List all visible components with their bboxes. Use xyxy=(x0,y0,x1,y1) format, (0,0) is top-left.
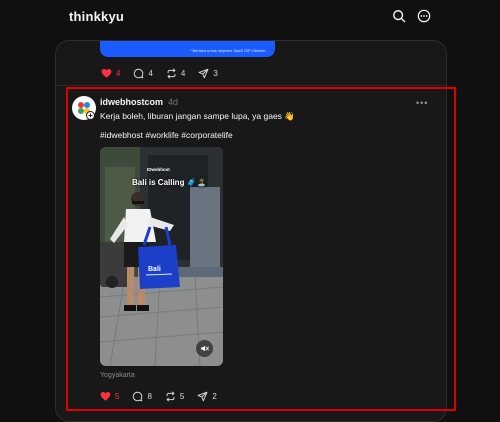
heart-icon xyxy=(101,68,112,78)
previous-post-image[interactable]: * Berlaku untuk segmen SaaS ISP Oktober xyxy=(100,41,275,57)
share-button[interactable]: 3 xyxy=(198,68,218,79)
comment-icon xyxy=(134,68,144,78)
share-count: 2 xyxy=(212,391,217,401)
repost-button[interactable]: 5 xyxy=(165,391,184,402)
more-options-icon[interactable] xyxy=(417,9,431,23)
follow-plus-icon[interactable]: + xyxy=(86,111,95,120)
video-title-overlay: Bali is Calling 🧳🏝️ xyxy=(132,178,207,187)
share-icon xyxy=(197,391,208,401)
share-count: 3 xyxy=(213,68,218,78)
video-brand-logo: IDwebhost xyxy=(147,167,170,172)
svg-text:Bali: Bali xyxy=(148,266,161,273)
repost-icon xyxy=(167,68,176,78)
reply-button[interactable]: 4 xyxy=(133,68,153,79)
repost-icon xyxy=(166,391,175,401)
like-count: 4 xyxy=(116,68,121,78)
repost-count: 5 xyxy=(179,391,185,401)
brand-logo[interactable]: thinkkyu xyxy=(69,9,124,24)
post-actions: 5 8 5 2 xyxy=(100,388,230,404)
like-button[interactable]: 5 xyxy=(100,391,119,402)
previous-image-caption: * Berlaku untuk segmen SaaS ISP Oktober xyxy=(189,48,266,53)
reply-button[interactable]: 8 xyxy=(132,391,152,402)
post-hashtags[interactable]: #idwebhost #worklife #corporatelife xyxy=(100,130,233,140)
repost-count: 4 xyxy=(180,68,186,78)
post-caption: Kerja boleh, liburan jangan sampe lupa, … xyxy=(100,111,295,121)
post-username[interactable]: idwebhostcom xyxy=(100,97,163,107)
reply-count: 4 xyxy=(148,68,153,78)
heart-icon xyxy=(100,391,111,401)
like-count: 5 xyxy=(115,391,120,401)
like-button[interactable]: 4 xyxy=(101,68,120,79)
post-divider xyxy=(56,85,446,86)
repost-button[interactable]: 4 xyxy=(166,68,185,79)
mute-button[interactable] xyxy=(196,340,213,357)
post-video[interactable]: Bali IDwebhost Bali is Calling 🧳🏝️ xyxy=(100,147,223,366)
reply-count: 8 xyxy=(147,391,152,401)
top-bar: thinkkyu xyxy=(0,0,500,36)
post-timestamp: 4d xyxy=(168,97,179,107)
search-icon[interactable] xyxy=(392,9,406,23)
share-icon xyxy=(198,68,209,78)
post-location[interactable]: Yogyakarta xyxy=(100,372,135,379)
share-button[interactable]: 2 xyxy=(197,391,217,402)
post-more-icon[interactable]: ••• xyxy=(416,98,428,108)
speaker-muted-icon xyxy=(201,345,209,352)
comment-icon xyxy=(133,391,143,401)
previous-post-actions: 4 4 4 3 xyxy=(101,65,231,81)
